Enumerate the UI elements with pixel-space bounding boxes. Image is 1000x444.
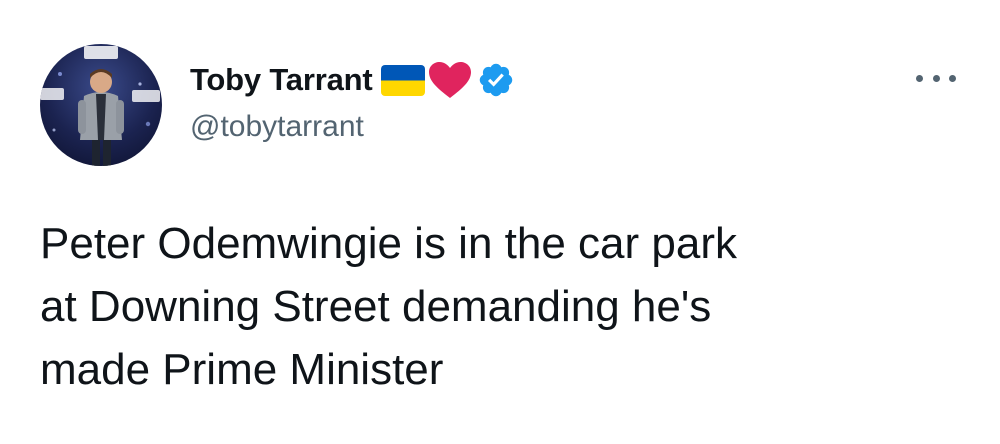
tweet-text: Peter Odemwingie is in the car park at D…: [40, 219, 737, 394]
more-dot-icon: [916, 74, 923, 82]
tweet-card: Toby Tarrant @tobytarrant Peter Odemwing…: [0, 0, 1000, 444]
more-dot-icon: [932, 74, 940, 82]
avatar[interactable]: [40, 44, 162, 166]
author-display-name[interactable]: Toby Tarrant: [190, 62, 373, 98]
author-handle[interactable]: @tobytarrant: [190, 110, 364, 144]
author-badges: [381, 60, 515, 100]
ukraine-flag-icon: [381, 64, 426, 96]
more-options-button[interactable]: [916, 68, 956, 88]
avatar-photo: [40, 46, 160, 166]
verified-badge-icon[interactable]: [477, 61, 515, 99]
author-name-row: Toby Tarrant: [190, 58, 515, 102]
more-dot-icon: [949, 74, 956, 82]
red-heart-icon: [429, 62, 472, 98]
